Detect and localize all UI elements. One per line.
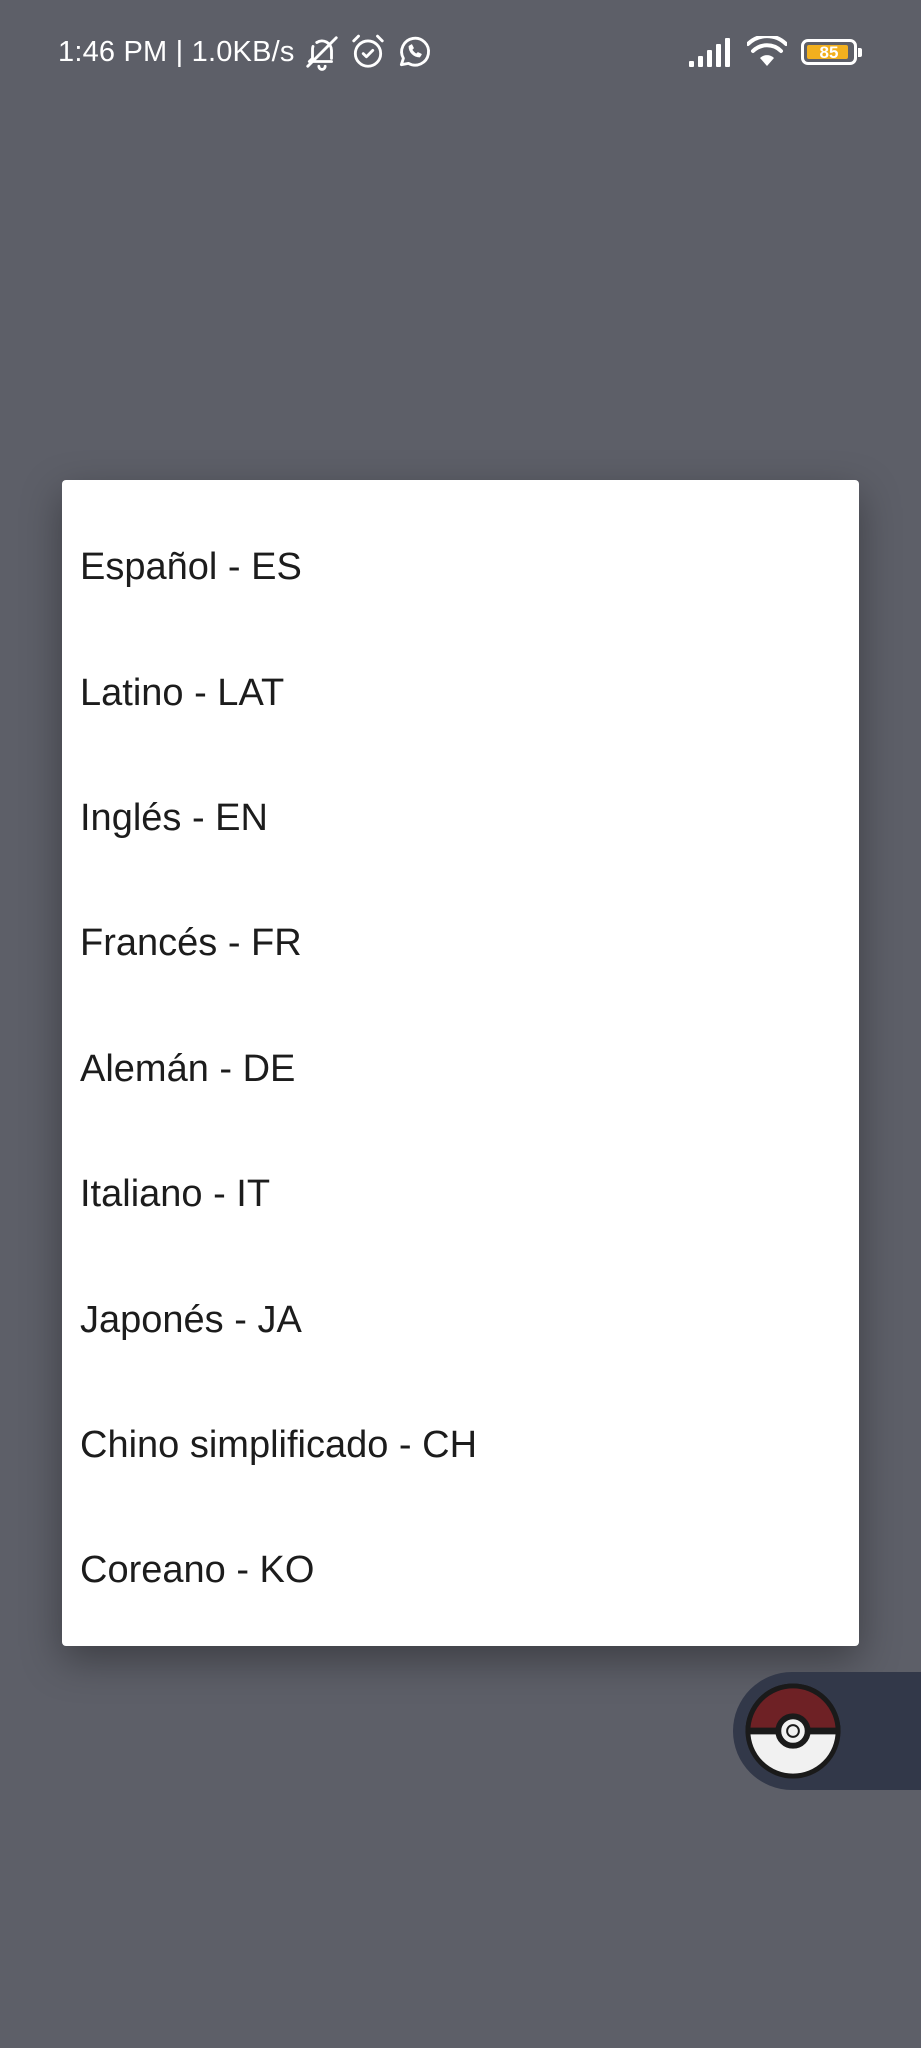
battery-icon: 85 bbox=[801, 39, 862, 65]
whatsapp-icon bbox=[399, 36, 430, 67]
language-option-es[interactable]: Español - ES bbox=[62, 505, 859, 630]
language-option-it[interactable]: Italiano - IT bbox=[62, 1132, 859, 1257]
language-option-ja[interactable]: Japonés - JA bbox=[62, 1257, 859, 1382]
language-option-en[interactable]: Inglés - EN bbox=[62, 756, 859, 881]
wifi-icon bbox=[747, 36, 787, 66]
signal-icon bbox=[689, 38, 730, 67]
floating-bubble-widget[interactable] bbox=[733, 1672, 921, 1790]
status-right: 85 bbox=[689, 30, 862, 74]
battery-level: 85 bbox=[819, 42, 839, 62]
bell-off-icon bbox=[305, 36, 338, 71]
status-time-speed: 1:46 PM | 1.0KB/s bbox=[58, 35, 295, 68]
status-bar: 1:46 PM | 1.0KB/s 85 bbox=[0, 0, 921, 100]
pokeball-icon[interactable] bbox=[744, 1682, 842, 1780]
language-option-fr[interactable]: Francés - FR bbox=[62, 881, 859, 1006]
language-dialog: Español - ES Latino - LAT Inglés - EN Fr… bbox=[62, 480, 859, 1646]
language-option-ch[interactable]: Chino simplificado - CH bbox=[62, 1383, 859, 1508]
language-option-ko[interactable]: Coreano - KO bbox=[62, 1508, 859, 1633]
language-option-de[interactable]: Alemán - DE bbox=[62, 1007, 859, 1132]
status-left: 1:46 PM | 1.0KB/s bbox=[58, 30, 433, 74]
language-option-lat[interactable]: Latino - LAT bbox=[62, 630, 859, 755]
alarm-icon bbox=[351, 34, 384, 68]
battery-tip bbox=[858, 48, 862, 57]
